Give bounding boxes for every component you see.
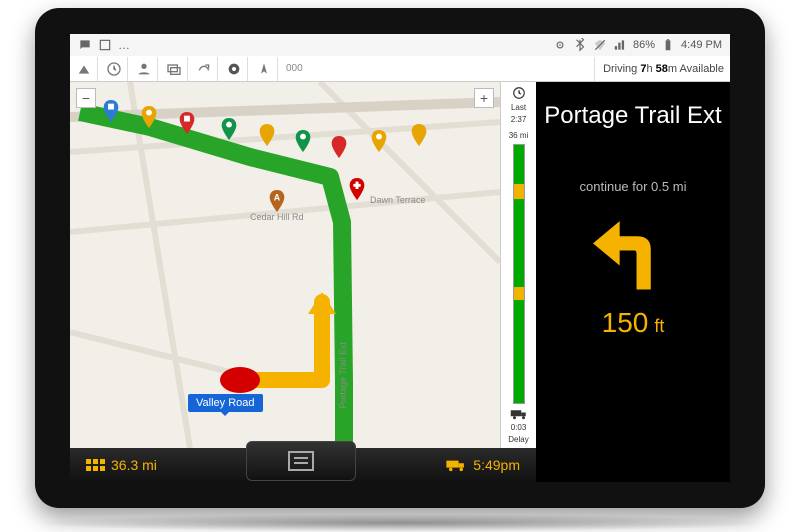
zoom-controls-left: − bbox=[76, 88, 96, 108]
poi-medical-pin[interactable] bbox=[348, 178, 366, 200]
poi-pin[interactable] bbox=[258, 124, 276, 146]
progress-bar bbox=[513, 144, 525, 404]
truck-icon bbox=[445, 458, 467, 472]
nav-bottom-fill bbox=[536, 448, 730, 482]
clock-icon bbox=[512, 86, 526, 100]
poi-pin[interactable] bbox=[140, 106, 158, 128]
clock-time: 4:49 PM bbox=[681, 39, 722, 51]
route-progress-column: Last 2:37 36 mi 0:03 Delay bbox=[500, 82, 536, 448]
zoom-controls-right: + bbox=[474, 88, 494, 108]
zoom-in-button[interactable]: + bbox=[474, 88, 494, 108]
svg-text:A: A bbox=[274, 192, 281, 202]
eta-time: 5:49pm bbox=[473, 457, 520, 473]
search-input[interactable]: 000 bbox=[280, 57, 595, 81]
bluetooth-icon bbox=[573, 38, 587, 52]
turn-left-icon bbox=[588, 214, 678, 299]
turn-distance: 150ft bbox=[602, 307, 665, 339]
grid-icon bbox=[86, 459, 105, 471]
screenshot-icon bbox=[98, 38, 112, 52]
poi-pin[interactable] bbox=[220, 118, 238, 140]
compass-button[interactable] bbox=[250, 57, 278, 81]
street-label: Dawn Terrace bbox=[370, 195, 425, 205]
last-time: 2:37 bbox=[511, 116, 527, 124]
home-button[interactable] bbox=[70, 57, 98, 81]
poi-pin[interactable] bbox=[330, 136, 348, 158]
settings-gear-button[interactable] bbox=[220, 57, 248, 81]
truck-icon bbox=[510, 408, 528, 420]
total-miles: 36 mi bbox=[509, 132, 529, 140]
street-label: Portage Trail Ext bbox=[338, 342, 348, 409]
screen: … 86% 4:49 PM 000 Driving bbox=[70, 34, 730, 482]
map-view[interactable]: A Cedar Hill Rd Dawn Terrace Portage Tra… bbox=[70, 82, 500, 448]
map-svg bbox=[70, 82, 500, 448]
poi-pin[interactable] bbox=[294, 130, 312, 152]
wifi-off-icon bbox=[593, 38, 607, 52]
street-label: Cedar Hill Rd bbox=[250, 212, 304, 222]
hos-status: Driving 7h 58m Available bbox=[597, 63, 724, 75]
nav-panel: Portage Trail Ext continue for 0.5 mi 15… bbox=[536, 82, 730, 448]
app-toolbar: 000 Driving 7h 58m Available bbox=[70, 56, 730, 82]
clock-button[interactable] bbox=[100, 57, 128, 81]
user-button[interactable] bbox=[130, 57, 158, 81]
eta-chip[interactable]: 5:49pm bbox=[429, 457, 536, 473]
poi-pin[interactable] bbox=[410, 124, 428, 146]
more-icon: … bbox=[118, 38, 130, 52]
search-value: 000 bbox=[286, 63, 303, 74]
battery-icon bbox=[661, 38, 675, 52]
remaining-distance: 36.3 mi bbox=[111, 457, 157, 473]
last-label: Last bbox=[511, 104, 526, 112]
bottom-bar: 36.3 mi 5:49pm bbox=[70, 448, 536, 482]
main-area: A Cedar Hill Rd Dawn Terrace Portage Tra… bbox=[70, 82, 730, 448]
delay-time: 0:03 bbox=[511, 424, 527, 432]
continue-text: continue for 0.5 mi bbox=[580, 179, 687, 194]
tablet-frame: … 86% 4:49 PM 000 Driving bbox=[35, 8, 765, 508]
remaining-distance-chip[interactable]: 36.3 mi bbox=[70, 457, 173, 473]
poi-pin[interactable] bbox=[102, 100, 120, 122]
battery-pct: 86% bbox=[633, 39, 655, 51]
poi-pin[interactable] bbox=[370, 130, 388, 152]
delay-label: Delay bbox=[508, 436, 528, 444]
android-statusbar: … 86% 4:49 PM bbox=[70, 34, 730, 56]
poi-pin[interactable] bbox=[178, 112, 196, 134]
share-button[interactable] bbox=[190, 57, 218, 81]
next-street: Portage Trail Ext bbox=[544, 102, 721, 131]
current-road-bubble: Valley Road bbox=[188, 394, 263, 412]
route-list-button[interactable] bbox=[246, 441, 356, 481]
messages-icon bbox=[78, 38, 92, 52]
location-icon bbox=[553, 38, 567, 52]
poi-alert-pin[interactable]: A bbox=[268, 190, 286, 212]
layers-button[interactable] bbox=[160, 57, 188, 81]
signal-icon bbox=[613, 38, 627, 52]
zoom-out-button[interactable]: − bbox=[76, 88, 96, 108]
